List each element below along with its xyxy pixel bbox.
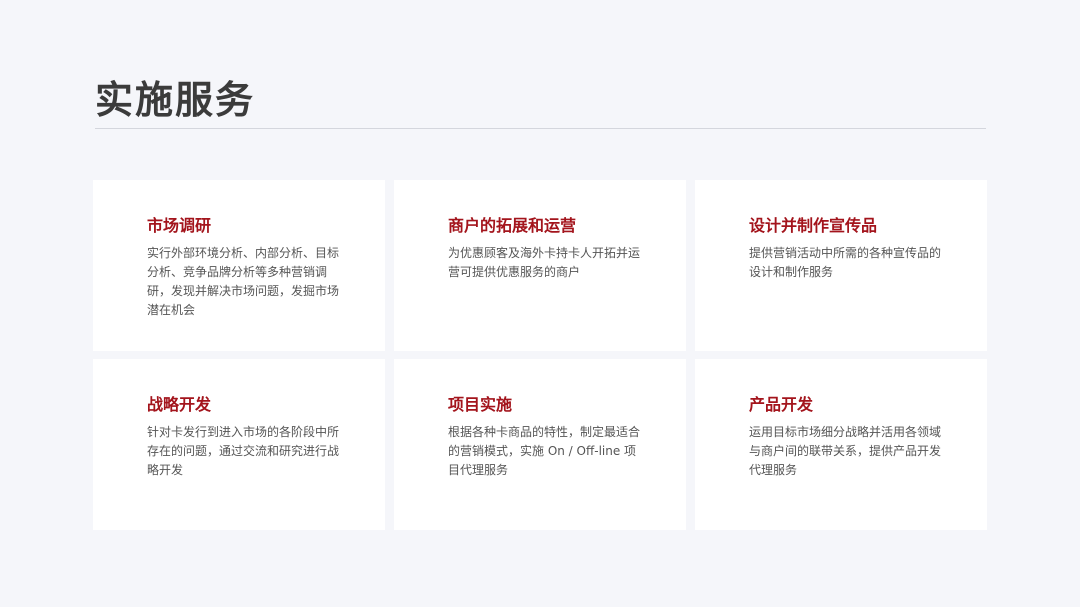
- card-description: 根据各种卡商品的特性，制定最适合的营销模式，实施 On / Off-line 项…: [448, 425, 641, 477]
- card-title: 设计并制作宣传品: [749, 216, 878, 235]
- service-card-merchant-expansion: 商户的拓展和运营 为优惠顾客及海外卡持卡人开拓并运营可提供优惠服务的商户: [394, 180, 686, 351]
- card-title: 产品开发: [749, 395, 814, 414]
- page-title: 实施服务: [95, 77, 256, 122]
- card-title: 商户的拓展和运营: [448, 216, 577, 235]
- card-title: 项目实施: [448, 395, 513, 414]
- card-title: 战略开发: [147, 395, 212, 414]
- card-description: 为优惠顾客及海外卡持卡人开拓并运营可提供优惠服务的商户: [448, 246, 641, 279]
- card-title: 市场调研: [147, 216, 212, 235]
- card-description: 针对卡发行到进入市场的各阶段中所存在的问题，通过交流和研究进行战略开发: [147, 425, 340, 477]
- service-card-strategy: 战略开发 针对卡发行到进入市场的各阶段中所存在的问题，通过交流和研究进行战略开发: [93, 359, 385, 530]
- card-description: 实行外部环境分析、内部分析、目标分析、竞争品牌分析等多种营销调研，发现并解决市场…: [147, 246, 340, 317]
- service-card-project: 项目实施 根据各种卡商品的特性，制定最适合的营销模式，实施 On / Off-l…: [394, 359, 686, 530]
- service-card-product-dev: 产品开发 运用目标市场细分战略并活用各领域与商户间的联带关系，提供产品开发代理服…: [695, 359, 987, 530]
- service-grid: 市场调研 实行外部环境分析、内部分析、目标分析、竞争品牌分析等多种营销调研，发现…: [93, 180, 987, 530]
- service-card-promo-design: 设计并制作宣传品 提供营销活动中所需的各种宣传品的设计和制作服务: [695, 180, 987, 351]
- title-divider: [95, 128, 986, 129]
- card-description: 运用目标市场细分战略并活用各领域与商户间的联带关系，提供产品开发代理服务: [749, 425, 942, 477]
- service-card-market-research: 市场调研 实行外部环境分析、内部分析、目标分析、竞争品牌分析等多种营销调研，发现…: [93, 180, 385, 351]
- card-description: 提供营销活动中所需的各种宣传品的设计和制作服务: [749, 246, 942, 279]
